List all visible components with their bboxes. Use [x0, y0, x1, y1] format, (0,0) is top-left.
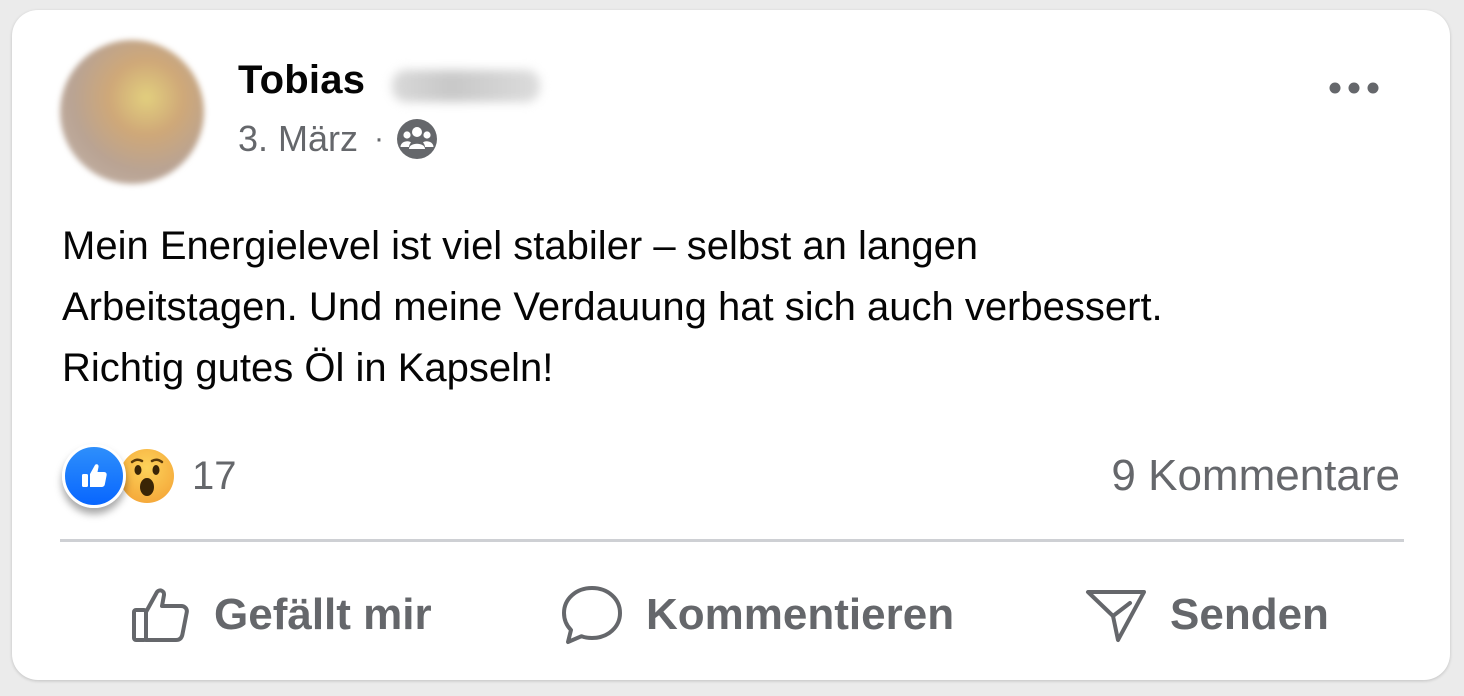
send-button[interactable]: Senden	[1084, 580, 1329, 650]
more-options-icon[interactable]	[1324, 68, 1384, 108]
author-name[interactable]: Tobias	[238, 58, 365, 103]
post-text-line: Richtig gutes Öl in Kapseln!	[62, 346, 554, 390]
post-text-line: Mein Energielevel ist viel stabiler – se…	[62, 224, 979, 268]
post-text: Mein Energielevel ist viel stabiler – se…	[62, 216, 1402, 399]
like-button-label: Gefällt mir	[214, 590, 432, 639]
comments-count[interactable]: 9 Kommentare	[1111, 451, 1400, 501]
friends-icon[interactable]	[396, 118, 438, 160]
author-surname-redacted	[392, 70, 540, 102]
like-button[interactable]: Gefällt mir	[130, 580, 432, 650]
reaction-count: 17	[192, 453, 237, 498]
thumbs-up-icon	[132, 588, 189, 642]
avatar[interactable]	[60, 40, 204, 184]
wow-reaction-icon	[118, 447, 176, 505]
post-date[interactable]: 3. März	[238, 118, 358, 160]
comment-button-label: Kommentieren	[646, 590, 955, 639]
comment-icon	[562, 586, 622, 644]
post-meta: 3. März ·	[238, 118, 438, 160]
post-card: Tobias 3. März · Mein Energielevel ist v…	[12, 10, 1450, 680]
send-button-label: Senden	[1170, 590, 1329, 639]
reactions-summary[interactable]: 17	[62, 444, 237, 508]
divider	[60, 539, 1404, 542]
post-text-line: Arbeitstagen. Und meine Verdauung hat si…	[62, 285, 1163, 329]
like-reaction-icon	[62, 444, 126, 508]
send-icon	[1086, 590, 1146, 642]
comment-button[interactable]: Kommentieren	[560, 580, 954, 650]
meta-separator: ·	[374, 122, 385, 155]
